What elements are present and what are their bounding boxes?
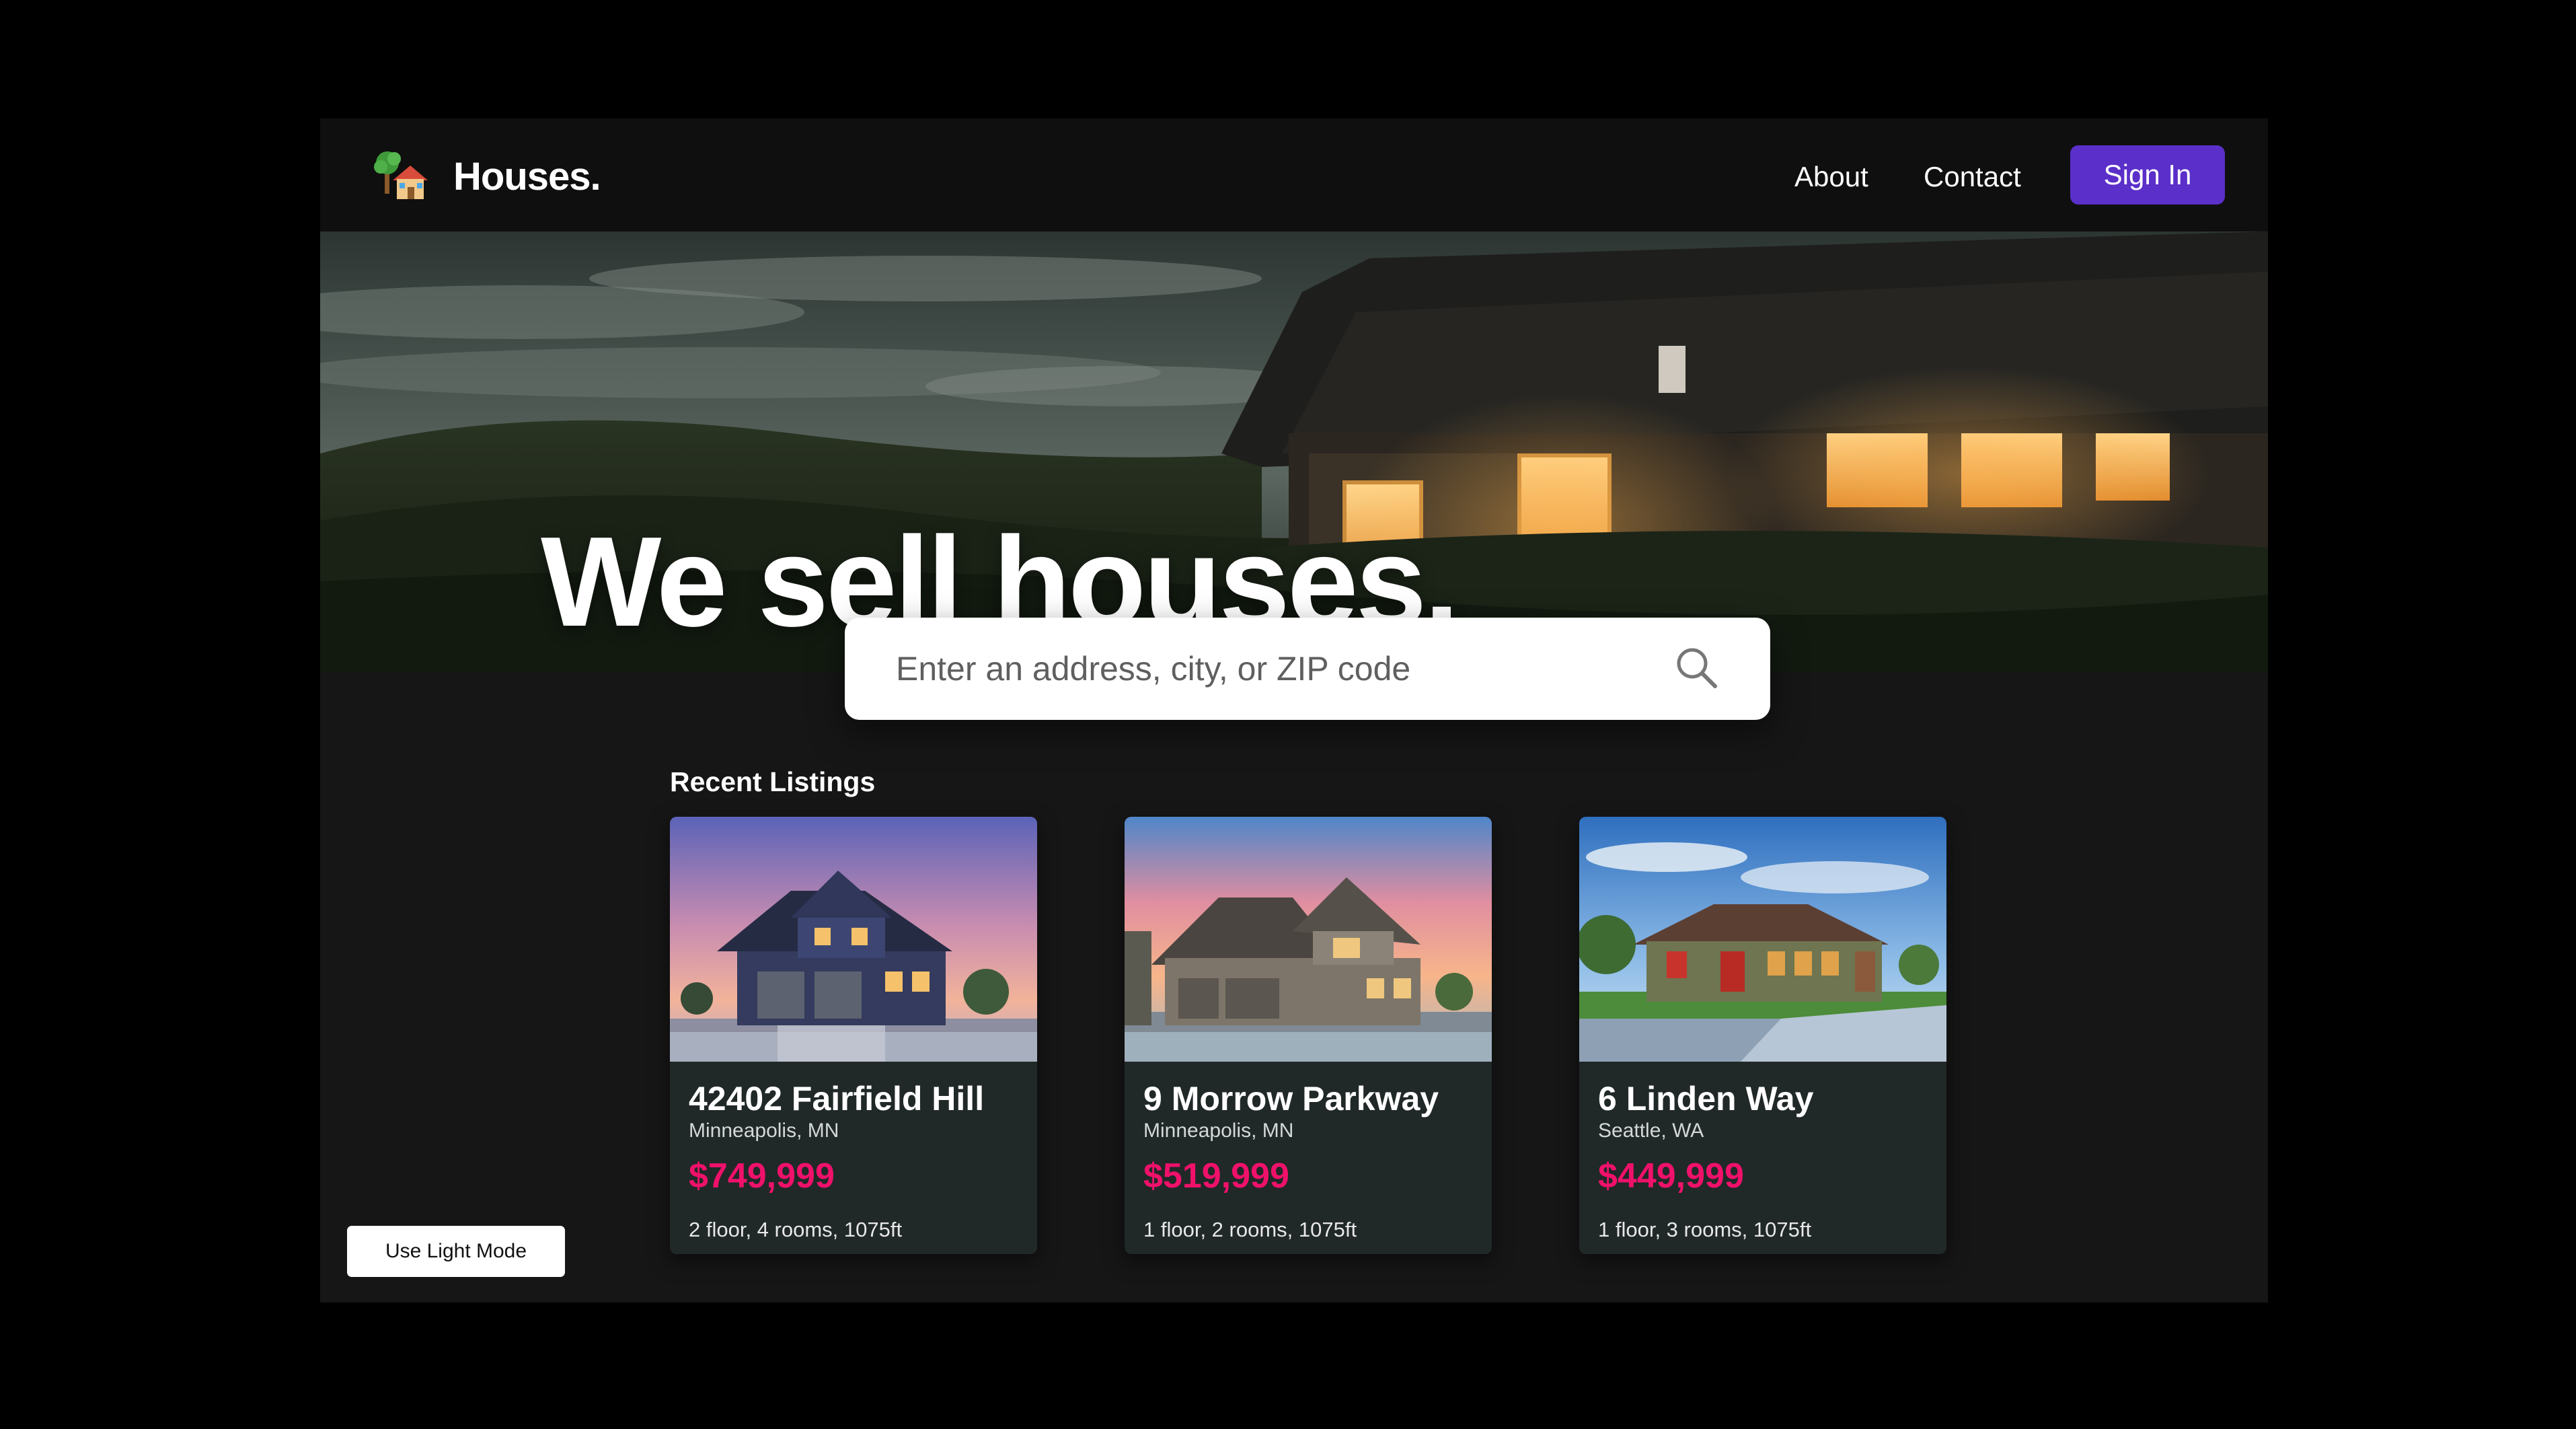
app-window: Houses. About Contact Sign In We sell ho… — [320, 118, 2268, 1303]
listing-city: Minneapolis, MN — [689, 1120, 839, 1142]
brand-name[interactable]: Houses. — [453, 157, 601, 196]
navbar: Houses. About Contact Sign In — [320, 118, 2268, 231]
light-mode-toggle-button[interactable]: Use Light Mode — [347, 1226, 565, 1277]
hero-banner: We sell houses. — [320, 231, 2268, 673]
listing-card[interactable]: 9 Morrow Parkway Minneapolis, MN $519,99… — [1125, 817, 1492, 1254]
listing-details: 1 floor, 3 rooms, 1075ft — [1598, 1218, 1812, 1241]
listing-address[interactable]: 42402 Fairfield Hill — [689, 1082, 984, 1115]
listing-city: Seattle, WA — [1598, 1120, 1704, 1142]
listing-card[interactable]: 6 Linden Way Seattle, WA $449,999 1 floo… — [1579, 817, 1946, 1254]
listing-details: 1 floor, 2 rooms, 1075ft — [1143, 1218, 1357, 1241]
recent-listings-heading: Recent Listings — [670, 766, 876, 797]
listing-details: 2 floor, 4 rooms, 1075ft — [689, 1218, 903, 1241]
listing-price: $519,999 — [1143, 1157, 1289, 1196]
listing-address[interactable]: 6 Linden Way — [1598, 1082, 1813, 1115]
search-input[interactable] — [896, 642, 1649, 696]
sign-in-button[interactable]: Sign In — [2070, 145, 2225, 205]
listing-city: Minneapolis, MN — [1143, 1120, 1294, 1142]
listing-card[interactable]: 42402 Fairfield Hill Minneapolis, MN $74… — [670, 817, 1037, 1254]
listing-address[interactable]: 9 Morrow Parkway — [1143, 1082, 1439, 1115]
listing-photo[interactable] — [1579, 817, 1946, 1062]
search-icon[interactable] — [1671, 642, 1725, 696]
nav-link-about[interactable]: About — [1794, 163, 1868, 191]
nav-link-contact[interactable]: Contact — [1924, 163, 2021, 191]
house-with-tree-icon[interactable] — [373, 147, 430, 205]
listing-price: $749,999 — [689, 1157, 835, 1196]
listing-photo[interactable] — [670, 817, 1037, 1062]
search-bar — [845, 618, 1770, 720]
listing-price: $449,999 — [1598, 1157, 1744, 1196]
listing-photo[interactable] — [1125, 817, 1492, 1062]
